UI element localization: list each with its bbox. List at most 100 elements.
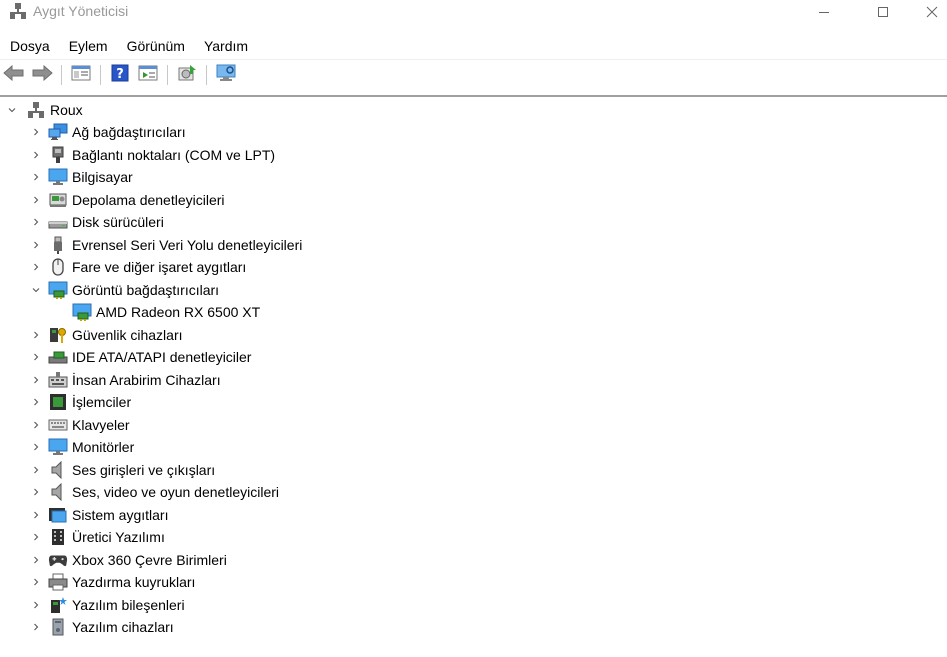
- monitor-icon: [48, 438, 68, 456]
- category-label: Yazdırma kuyrukları: [72, 574, 196, 590]
- chevron-right-icon[interactable]: [30, 121, 42, 143]
- scan-hardware-button[interactable]: [215, 64, 237, 86]
- port-icon: [48, 146, 68, 164]
- maximize-button[interactable]: [860, 0, 906, 24]
- close-button[interactable]: [917, 0, 947, 24]
- tree-item-monitorler[interactable]: Monitörler: [30, 436, 134, 458]
- chevron-right-icon[interactable]: [30, 459, 42, 481]
- chevron-right-icon[interactable]: [30, 594, 42, 616]
- chevron-right-icon[interactable]: [30, 549, 42, 571]
- chevron-right-icon[interactable]: [30, 324, 42, 346]
- chevron-right-icon[interactable]: [30, 166, 42, 188]
- system-device-icon: [48, 506, 68, 524]
- chevron-right-icon[interactable]: [30, 414, 42, 436]
- tree-item-ag-bagdastiricilari[interactable]: Ağ bağdaştırıcıları: [30, 121, 186, 143]
- firmware-icon: [48, 528, 68, 546]
- tree-item-disk-suruculeri[interactable]: Disk sürücüleri: [30, 211, 164, 233]
- tree-item-ses-girisleri[interactable]: Ses girişleri ve çıkışları: [30, 459, 215, 481]
- show-hidden-icon: [138, 65, 158, 86]
- category-label: Ağ bağdaştırıcıları: [72, 124, 186, 140]
- tree-item-ide-ata[interactable]: IDE ATA/ATAPI denetleyiciler: [30, 346, 251, 368]
- printer-icon: [48, 573, 68, 591]
- category-label: IDE ATA/ATAPI denetleyiciler: [72, 349, 252, 365]
- chevron-right-icon[interactable]: [30, 234, 42, 256]
- category-label: Fare ve diğer işaret aygıtları: [72, 259, 247, 275]
- forward-button[interactable]: [31, 64, 53, 86]
- chevron-right-icon[interactable]: [30, 391, 42, 413]
- category-label: Ses, video ve oyun denetleyicileri: [72, 484, 280, 500]
- device-label: AMD Radeon RX 6500 XT: [96, 304, 261, 320]
- category-label: Klavyeler: [72, 417, 130, 433]
- category-label: Yazılım cihazları: [72, 619, 174, 635]
- forward-icon: [31, 64, 53, 86]
- chevron-right-icon[interactable]: [30, 211, 42, 233]
- category-label: Sistem aygıtları: [72, 507, 169, 523]
- chevron-right-icon[interactable]: [30, 189, 42, 211]
- category-label: Ses girişleri ve çıkışları: [72, 462, 216, 478]
- show-hidden-button[interactable]: [137, 64, 159, 86]
- chevron-right-icon[interactable]: [30, 346, 42, 368]
- tree-root-label: Roux: [50, 102, 83, 118]
- category-label: Görüntü bağdaştırıcıları: [72, 282, 220, 298]
- security-device-icon: [48, 326, 68, 344]
- chevron-right-icon[interactable]: [30, 571, 42, 593]
- processor-icon: [48, 393, 68, 411]
- scan-hardware-icon: [215, 64, 237, 87]
- gamepad-icon: [48, 551, 68, 569]
- chevron-right-icon[interactable]: [30, 481, 42, 503]
- chevron-right-icon[interactable]: [30, 369, 42, 391]
- toolbar-separator: [167, 65, 168, 85]
- chevron-right-icon[interactable]: [30, 256, 42, 278]
- tree-item-yazilim-bilesenleri[interactable]: Yazılım bileşenleri: [30, 594, 185, 616]
- category-label: Depolama denetleyicileri: [72, 192, 225, 208]
- speaker-icon: [48, 461, 68, 479]
- properties-list-button[interactable]: [70, 64, 92, 86]
- tree-item-xbox-360[interactable]: Xbox 360 Çevre Birimleri: [30, 549, 227, 571]
- tree-item-amd-radeon[interactable]: AMD Radeon RX 6500 XT: [54, 301, 260, 323]
- chevron-right-icon[interactable]: [30, 526, 42, 548]
- back-icon: [3, 64, 25, 86]
- tree-item-usb-denetleyicileri[interactable]: Evrensel Seri Veri Yolu denetleyicileri: [30, 234, 302, 256]
- menu-dosya[interactable]: Dosya: [0, 34, 59, 56]
- display-adapter-icon: [48, 281, 68, 299]
- chevron-right-icon[interactable]: [30, 504, 42, 526]
- tree-item-yazilim-cihazlari[interactable]: Yazılım cihazları: [30, 616, 174, 638]
- chevron-down-icon[interactable]: [30, 279, 42, 301]
- toolbar-separator: [61, 65, 62, 85]
- tree-item-guvenlik-cihazlari[interactable]: Güvenlik cihazları: [30, 324, 183, 346]
- tree-item-bilgisayar[interactable]: Bilgisayar: [30, 166, 133, 188]
- update-driver-icon: [177, 64, 197, 87]
- tree-item-islemciler[interactable]: İşlemciler: [30, 391, 131, 413]
- help-button[interactable]: ?: [109, 64, 131, 86]
- toolbar: ?: [0, 59, 947, 90]
- title-bar: Aygıt Yöneticisi: [0, 0, 947, 24]
- svg-text:?: ?: [116, 67, 124, 82]
- tree-item-baglanti-noktalari[interactable]: Bağlantı noktaları (COM ve LPT): [30, 144, 275, 166]
- tree-item-depolama-denetleyicileri[interactable]: Depolama denetleyicileri: [30, 189, 225, 211]
- tree-item-sistem-aygitlari[interactable]: Sistem aygıtları: [30, 504, 168, 526]
- chevron-right-icon[interactable]: [30, 144, 42, 166]
- tree-item-klavyeler[interactable]: Klavyeler: [30, 414, 130, 436]
- tree-item-fare[interactable]: Fare ve diğer işaret aygıtları: [30, 256, 246, 278]
- tree-item-yazdirma-kuyruklari[interactable]: Yazdırma kuyrukları: [30, 571, 195, 593]
- tree-item-goruntu-bagdastiricilari[interactable]: Görüntü bağdaştırıcıları: [30, 279, 219, 301]
- menu-gorunum[interactable]: Görünüm: [117, 34, 194, 56]
- tree-item-ses-video-oyun[interactable]: Ses, video ve oyun denetleyicileri: [30, 481, 279, 503]
- display-adapter-icon: [72, 303, 92, 321]
- category-label: Bağlantı noktaları (COM ve LPT): [72, 147, 276, 163]
- update-driver-button[interactable]: [176, 64, 198, 86]
- back-button[interactable]: [3, 64, 25, 86]
- tree-item-insan-arabirim[interactable]: İnsan Arabirim Cihazları: [30, 369, 221, 391]
- menu-yardim[interactable]: Yardım: [194, 34, 257, 56]
- minimize-button[interactable]: [801, 0, 847, 24]
- network-adapter-icon: [48, 123, 68, 141]
- tree-root[interactable]: Roux: [6, 99, 83, 121]
- chevron-right-icon[interactable]: [30, 616, 42, 638]
- tree-item-uretici-yazilimi[interactable]: Üretici Yazılımı: [30, 526, 165, 548]
- category-label: Monitörler: [72, 439, 135, 455]
- device-manager-icon: [9, 3, 27, 19]
- chevron-right-icon[interactable]: [30, 436, 42, 458]
- menu-eylem[interactable]: Eylem: [59, 34, 117, 56]
- toolbar-divider: [0, 95, 947, 97]
- chevron-down-icon[interactable]: [6, 99, 18, 121]
